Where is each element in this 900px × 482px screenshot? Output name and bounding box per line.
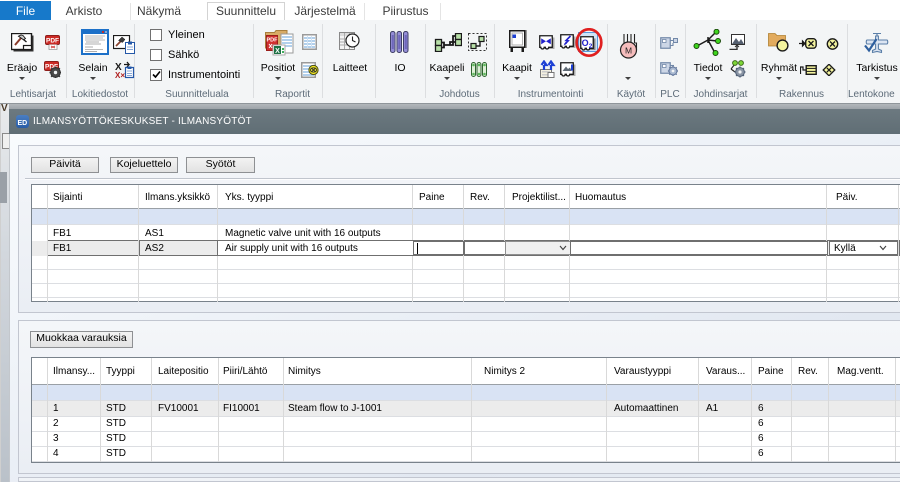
svg-text:M: M	[625, 46, 632, 56]
svg-text:PDF: PDF	[267, 38, 279, 44]
svg-text:X: X	[275, 48, 280, 55]
svg-text:X×: X×	[115, 71, 125, 79]
svg-text:PDF: PDF	[46, 38, 59, 45]
